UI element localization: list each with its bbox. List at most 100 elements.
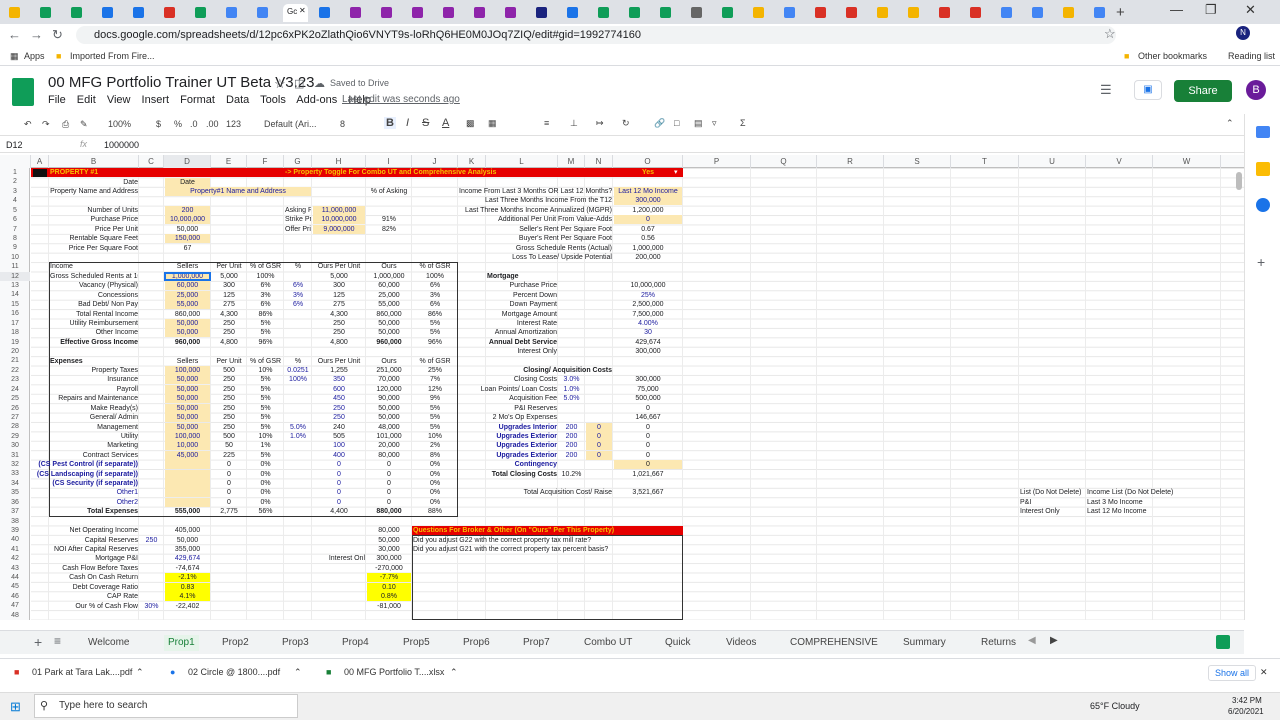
cell-I37[interactable]: 880,000: [367, 507, 411, 516]
explore-icon[interactable]: [1216, 635, 1230, 649]
cell-B17[interactable]: Utility Reimbursement: [50, 319, 138, 328]
cell-D16[interactable]: 860,000: [165, 310, 210, 319]
cell-F31[interactable]: 5%: [248, 451, 283, 460]
cell-F23[interactable]: 5%: [248, 375, 283, 384]
cell-I40[interactable]: 50,000: [367, 536, 411, 545]
cell-L24[interactable]: Loan Points/ Loan Costs: [459, 385, 557, 394]
cell-D28[interactable]: 50,000: [165, 422, 210, 432]
minimize-icon[interactable]: —: [1170, 2, 1183, 17]
browser-tab[interactable]: [996, 4, 1021, 22]
cell-I11[interactable]: Ours: [367, 262, 411, 271]
cell-H36[interactable]: 0: [313, 498, 365, 507]
weather-widget[interactable]: 65°F Cloudy: [1090, 701, 1140, 711]
cell-D11[interactable]: Sellers: [165, 262, 210, 271]
tasks-icon[interactable]: [1256, 198, 1270, 212]
row-header[interactable]: 35: [0, 488, 30, 497]
bold-button[interactable]: B: [384, 117, 396, 129]
collapse-toolbar-icon[interactable]: ⌃: [1226, 118, 1234, 129]
cell-O10[interactable]: 200,000: [614, 253, 682, 262]
cell-M31[interactable]: 200: [559, 451, 584, 460]
cell-J31[interactable]: 8%: [413, 451, 457, 460]
cell-B7[interactable]: Price Per Unit: [50, 225, 138, 234]
cell-N30[interactable]: 0: [586, 441, 612, 451]
row-header[interactable]: 33: [0, 469, 30, 478]
url-field[interactable]: docs.google.com/spreadsheets/d/12pc6xPK2…: [76, 26, 1116, 44]
cell-E18[interactable]: 250: [212, 328, 246, 337]
cell-N28[interactable]: 0: [586, 422, 612, 432]
cell-D35[interactable]: [165, 488, 210, 498]
column-header[interactable]: B: [49, 155, 139, 168]
cell-I44[interactable]: -7.7%: [367, 573, 411, 583]
cell-D29[interactable]: 100,000: [165, 431, 210, 441]
cell-B23[interactable]: Insurance: [50, 375, 138, 384]
cell-L17[interactable]: Interest Rate: [487, 319, 557, 328]
cell-F18[interactable]: 5%: [248, 328, 283, 337]
cell-D26[interactable]: 50,000: [165, 403, 210, 413]
cell-B25[interactable]: Repairs and Maintenance: [50, 394, 138, 403]
menu-edit[interactable]: Edit: [77, 94, 96, 106]
vertical-align-icon[interactable]: ⊥: [570, 118, 578, 129]
cell-F34[interactable]: 0%: [248, 479, 283, 488]
cell-L35[interactable]: Total Acquisition Cost/ Raise: [459, 488, 612, 497]
cell-H13[interactable]: 300: [313, 281, 365, 290]
column-header[interactable]: T: [951, 155, 1019, 168]
cell-D15[interactable]: 55,000: [165, 300, 210, 310]
cell-B1[interactable]: PROPERTY #1: [50, 168, 246, 177]
cell-G21[interactable]: %: [285, 357, 311, 366]
browser-tab[interactable]: [407, 4, 432, 22]
cell-J25[interactable]: 9%: [413, 394, 457, 403]
column-header[interactable]: A: [31, 155, 49, 168]
cell-H42[interactable]: Interest Onl: [285, 554, 365, 563]
row-header[interactable]: 36: [0, 498, 30, 507]
cell-G23[interactable]: 100%: [285, 375, 311, 384]
cell-I32[interactable]: 0: [367, 460, 411, 469]
cell-I43[interactable]: -270,000: [367, 564, 411, 573]
cell-D5[interactable]: 200: [165, 205, 210, 215]
cell-L25[interactable]: Acquisition Fee: [487, 394, 557, 403]
cell-B22[interactable]: Property Taxes: [50, 366, 138, 375]
cell-B32[interactable]: (CS Pest Control (if separate)): [32, 460, 138, 469]
cell-E15[interactable]: 275: [212, 300, 246, 309]
sheet-tab-quick[interactable]: Quick: [665, 635, 691, 651]
cell-J12[interactable]: 100%: [413, 272, 457, 281]
chart-icon[interactable]: ▤: [694, 118, 703, 129]
cell-I15[interactable]: 55,000: [367, 300, 411, 309]
cell-B44[interactable]: Cash On Cash Return: [50, 573, 138, 582]
cell-G1[interactable]: -> Property Toggle For Combo UT and Comp…: [285, 168, 612, 177]
cell-M33[interactable]: 10.2%: [559, 470, 584, 479]
back-icon[interactable]: ←: [8, 27, 21, 42]
cell-L4[interactable]: Last Three Months Income From the T12: [459, 196, 612, 205]
row-header[interactable]: 32: [0, 460, 30, 469]
browser-tab[interactable]: [903, 4, 928, 22]
currency-format-button[interactable]: $: [156, 119, 161, 129]
row-header[interactable]: 25: [0, 394, 30, 403]
download-menu-icon[interactable]: ⌃: [294, 667, 302, 678]
cell-O30[interactable]: 0: [614, 441, 682, 450]
cell-B33[interactable]: (CS Landscaping (if separate)): [32, 470, 138, 479]
browser-tab[interactable]: [190, 4, 215, 22]
all-sheets-icon[interactable]: ≡: [54, 634, 61, 648]
row-header[interactable]: 42: [0, 554, 30, 563]
row-header[interactable]: 9: [0, 243, 30, 252]
avatar[interactable]: B: [1246, 80, 1266, 100]
browser-tab[interactable]: [1058, 4, 1083, 22]
cell-B16[interactable]: Total Rental Income: [50, 310, 138, 319]
cell-H5[interactable]: 11,000,000: [313, 205, 365, 215]
column-header[interactable]: J: [412, 155, 458, 168]
cell-B36[interactable]: Other2: [50, 498, 138, 507]
browser-tab[interactable]: [128, 4, 153, 22]
apps-icon[interactable]: ▦: [10, 51, 19, 62]
cell-J27[interactable]: 5%: [413, 413, 457, 422]
cell-F13[interactable]: 6%: [248, 281, 283, 290]
menu-view[interactable]: View: [107, 94, 131, 106]
cell-I12[interactable]: 1,000,000: [367, 272, 411, 281]
cell-D31[interactable]: 45,000: [165, 450, 210, 460]
cell-O35[interactable]: 3,521,667: [614, 488, 682, 497]
sheet-tab-welcome[interactable]: Welcome: [88, 635, 130, 651]
row-header[interactable]: 43: [0, 564, 30, 573]
cell-L7[interactable]: Seller's Rent Per Square Foot: [459, 225, 612, 234]
fill-color-icon[interactable]: ▩: [466, 118, 475, 129]
cell-J17[interactable]: 5%: [413, 319, 457, 328]
sheet-tab-prop7[interactable]: Prop7: [523, 635, 550, 651]
move-folder-icon[interactable]: ◫: [294, 77, 304, 90]
